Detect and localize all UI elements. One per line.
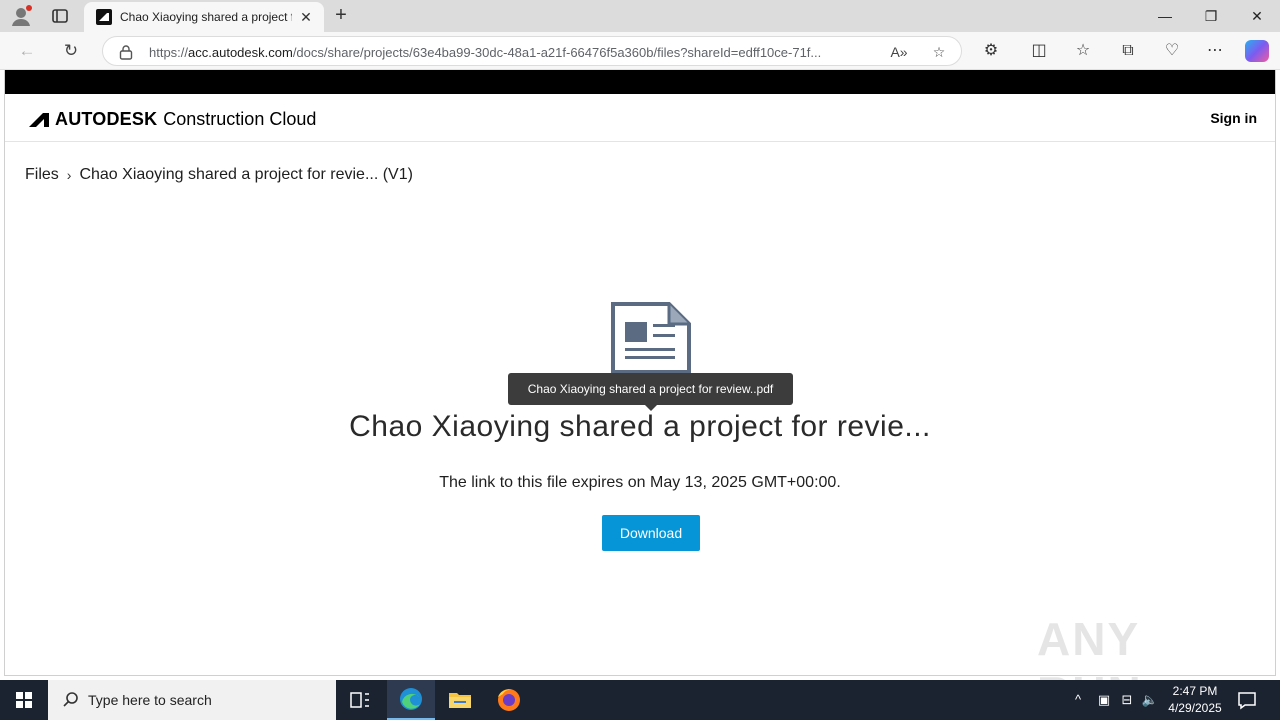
firefox-icon[interactable] [485,680,533,720]
network-icon[interactable]: ⊟ [1117,690,1137,710]
download-button[interactable]: Download [602,515,700,551]
tab-title: Chao Xiaoying shared a project f [120,10,292,24]
top-banner [5,70,1275,94]
web-page: AUTODESK Construction Cloud Sign in File… [4,70,1276,719]
document-icon [611,302,691,374]
window-minimize-button[interactable]: — [1142,0,1188,32]
url-text: https://acc.autodesk.com/docs/share/proj… [149,45,822,60]
task-view-icon[interactable] [336,680,384,720]
filename-tooltip: Chao Xiaoying shared a project for revie… [508,373,793,411]
read-aloud-icon[interactable]: A» [889,43,909,61]
browser-essentials-icon[interactable]: ♡ [1161,40,1183,62]
address-bar[interactable]: https://acc.autodesk.com/docs/share/proj… [102,36,962,66]
link-expiry-text: The link to this file expires on May 13,… [439,474,841,491]
start-button[interactable] [0,680,48,720]
window-restore-button[interactable]: ❐ [1188,0,1234,32]
tray-app-icon[interactable]: ▣ [1094,690,1114,710]
browser-tab-strip: Chao Xiaoying shared a project f ✕ + — ❐… [0,0,1280,32]
file-explorer-icon[interactable] [436,680,484,720]
favorites-icon[interactable]: ☆ [1072,40,1094,62]
search-placeholder: Type here to search [88,692,212,708]
tray-overflow-chevron-icon[interactable]: ^ [1068,690,1088,710]
browser-toolbar: ← ↻ https://acc.autodesk.com/docs/share/… [0,32,1280,70]
breadcrumb: Files › Chao Xiaoying shared a project f… [25,164,413,186]
profile-avatar[interactable] [10,5,32,27]
copilot-icon[interactable] [1245,40,1269,62]
taskbar-search-box[interactable]: Type here to search [48,680,336,720]
clock-time: 2:47 PM [1172,684,1218,698]
extensions-icon[interactable]: ⚙ [980,40,1002,62]
window-close-button[interactable]: ✕ [1234,0,1280,32]
browser-tab-active[interactable]: Chao Xiaoying shared a project f ✕ [84,2,324,32]
sign-in-link[interactable]: Sign in [1210,110,1257,126]
volume-icon[interactable]: 🔈 [1140,690,1160,710]
notification-dot [26,5,32,11]
breadcrumb-chevron-icon: › [66,167,72,183]
product-name: Construction Cloud [163,108,317,129]
favorite-star-icon[interactable]: ☆ [929,43,949,61]
refresh-icon[interactable]: ↻ [60,40,82,62]
autodesk-logo-icon [29,113,49,127]
back-arrow-icon[interactable]: ← [16,40,38,62]
system-clock[interactable]: 2:47 PM 4/29/2025 [1162,683,1228,717]
site-header: AUTODESK Construction Cloud Sign in [5,94,1275,142]
more-options-icon[interactable]: ⋯ [1204,40,1226,62]
breadcrumb-files-link[interactable]: Files [25,166,59,184]
search-icon [63,692,78,707]
edge-taskbar-icon[interactable] [387,680,435,720]
brand-name: AUTODESK [55,108,158,129]
autodesk-logo[interactable]: AUTODESK Construction Cloud [29,108,316,130]
tab-close-icon[interactable]: ✕ [298,9,314,25]
anyrun-watermark: ANY RUN [1037,613,1141,719]
clock-date: 4/29/2025 [1168,701,1222,715]
split-screen-icon[interactable]: ◫ [1028,40,1050,62]
windows-logo-icon [16,692,32,708]
breadcrumb-current-file: Chao Xiaoying shared a project for revie… [79,166,413,183]
file-name-heading: Chao Xiaoying shared a project for revie… [349,410,931,443]
collections-icon[interactable]: ⧉ [1117,40,1139,62]
tab-actions-icon[interactable] [50,6,70,26]
autodesk-favicon-icon [96,9,112,25]
lock-icon [119,44,133,60]
windows-taskbar: Type here to search ^ ▣ ⊟ 🔈 2:47 PM 4/29… [0,680,1280,720]
new-tab-button[interactable]: + [330,5,352,27]
notifications-icon[interactable] [1236,689,1258,711]
